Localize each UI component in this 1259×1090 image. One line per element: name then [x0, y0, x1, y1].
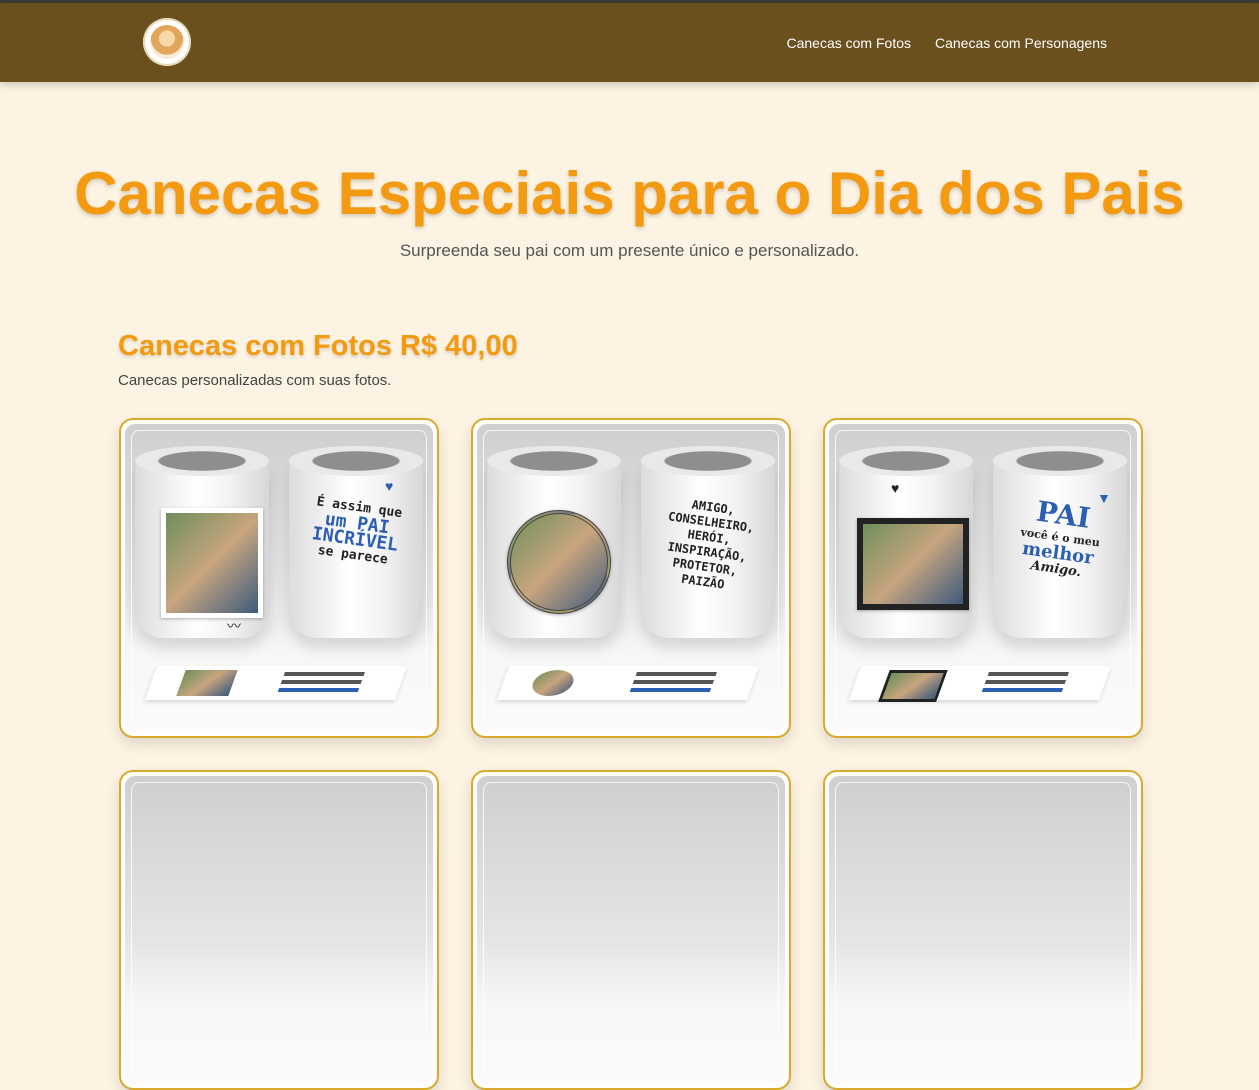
flat-text-lines [987, 672, 1070, 676]
product-image [829, 776, 1137, 1084]
flat-photo [528, 670, 578, 696]
mug-print-flat [848, 666, 1112, 702]
nav-link-canecas-personagens[interactable]: Canecas com Personagens [935, 35, 1107, 51]
product-card[interactable]: 〰 ♥ É assim que um PAI INCRÍVEL se parec… [119, 418, 439, 738]
product-card[interactable] [823, 770, 1143, 1090]
product-card[interactable]: AMIGO, CONSELHEIRO, HERÓI, INSPIRAÇÃO, P… [471, 418, 791, 738]
mug-left [487, 446, 621, 638]
nav-links: Canecas com Fotos Canecas com Personagen… [787, 3, 1108, 82]
product-image: AMIGO, CONSELHEIRO, HERÓI, INSPIRAÇÃO, P… [477, 424, 785, 732]
flat-text-lines [635, 672, 718, 676]
product-card[interactable] [471, 770, 791, 1090]
navbar: Canecas com Fotos Canecas com Personagen… [0, 3, 1259, 82]
product-image: 〰 ♥ É assim que um PAI INCRÍVEL se parec… [125, 424, 433, 732]
mug-right: ♥ É assim que um PAI INCRÍVEL se parece [289, 446, 423, 638]
flat-photo [176, 670, 238, 696]
mug-print-flat [144, 666, 408, 700]
photo [507, 510, 611, 614]
mustache-icon: 〰 [227, 618, 241, 634]
product-card[interactable]: ♥ PAI você é o meu melhor Amigo. ▼ [823, 418, 1143, 738]
logo[interactable] [143, 18, 191, 66]
mug-left: ♥ [839, 446, 973, 638]
flat-text-lines [283, 672, 366, 676]
heart-icon: ♥ [385, 478, 394, 494]
photo [161, 508, 263, 618]
product-image [125, 776, 433, 1084]
product-image [477, 776, 785, 1084]
product-image: ♥ PAI você é o meu melhor Amigo. ▼ [829, 424, 1137, 732]
section-description: Canecas personalizadas com suas fotos. [118, 372, 392, 389]
photo [857, 518, 969, 610]
mug-print-text: PAI você é o meu melhor Amigo. [1019, 494, 1101, 581]
logo-image [150, 25, 184, 59]
flat-photo [878, 670, 948, 702]
mug-right: PAI você é o meu melhor Amigo. ▼ [993, 446, 1127, 638]
product-card[interactable] [119, 770, 439, 1090]
mug-print-flat [496, 666, 760, 700]
mug-left: 〰 [135, 446, 269, 638]
mug-print-text: AMIGO, CONSELHEIRO, HERÓI, INSPIRAÇÃO, P… [666, 497, 756, 592]
page-title: Canecas Especiais para o Dia dos Pais [74, 160, 1185, 227]
tie-icon: ▼ [1097, 490, 1111, 506]
mug-print-text: É assim que um PAI INCRÍVEL se parece [310, 494, 404, 568]
section-title: Canecas com Fotos R$ 40,00 [118, 330, 518, 362]
mug-right: AMIGO, CONSELHEIRO, HERÓI, INSPIRAÇÃO, P… [641, 446, 775, 638]
nav-link-canecas-fotos[interactable]: Canecas com Fotos [787, 35, 912, 51]
page-subtitle: Surpreenda seu pai com um presente único… [399, 241, 860, 260]
heart-icon: ♥ [891, 480, 900, 496]
